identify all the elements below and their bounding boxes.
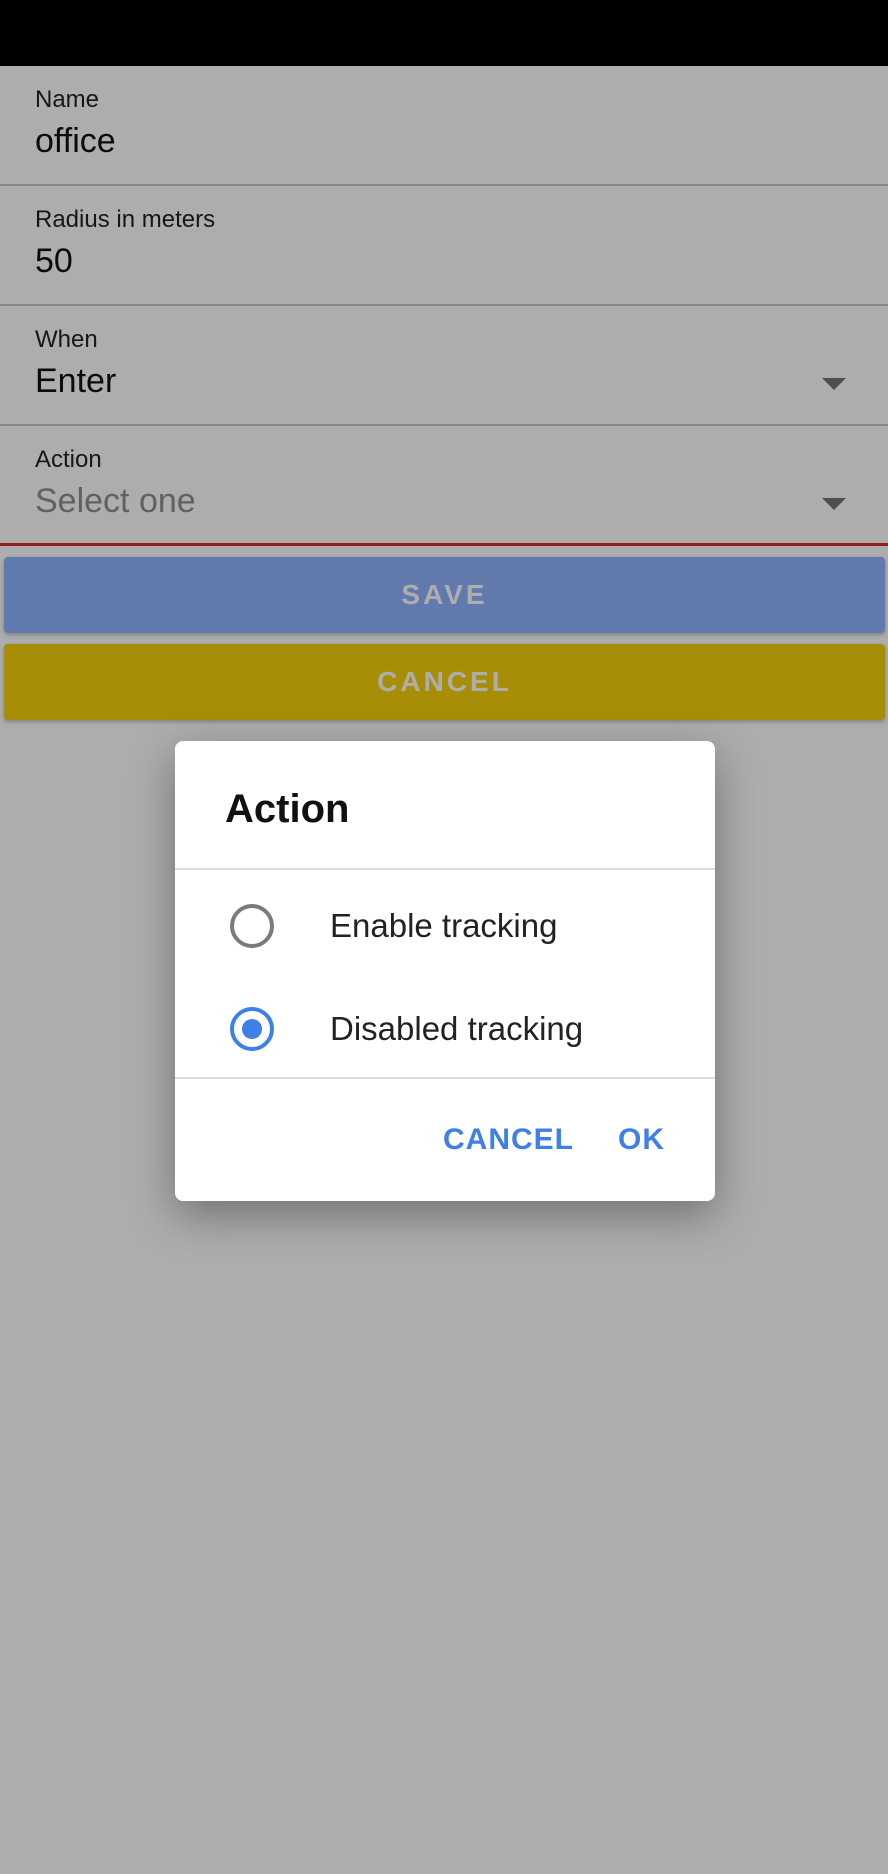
dialog-title: Action <box>225 787 350 831</box>
dialog-divider-top <box>175 868 715 870</box>
dialog-divider-bottom <box>175 1077 715 1079</box>
option-label: Disabled tracking <box>330 1010 584 1047</box>
dialog-cancel-button[interactable]: CANCEL <box>443 1123 574 1157</box>
option-disabled-tracking[interactable]: Disabled tracking <box>175 977 715 1081</box>
radio-checked-icon[interactable] <box>230 1007 274 1051</box>
option-label: Enable tracking <box>330 907 558 944</box>
radio-dot-icon <box>242 1019 262 1039</box>
radio-unchecked-icon[interactable] <box>230 904 274 948</box>
option-enable-tracking[interactable]: Enable tracking <box>175 874 715 978</box>
dialog-ok-button[interactable]: OK <box>618 1123 665 1157</box>
action-dialog: Action Enable tracking Disabled tracking… <box>175 741 715 1201</box>
